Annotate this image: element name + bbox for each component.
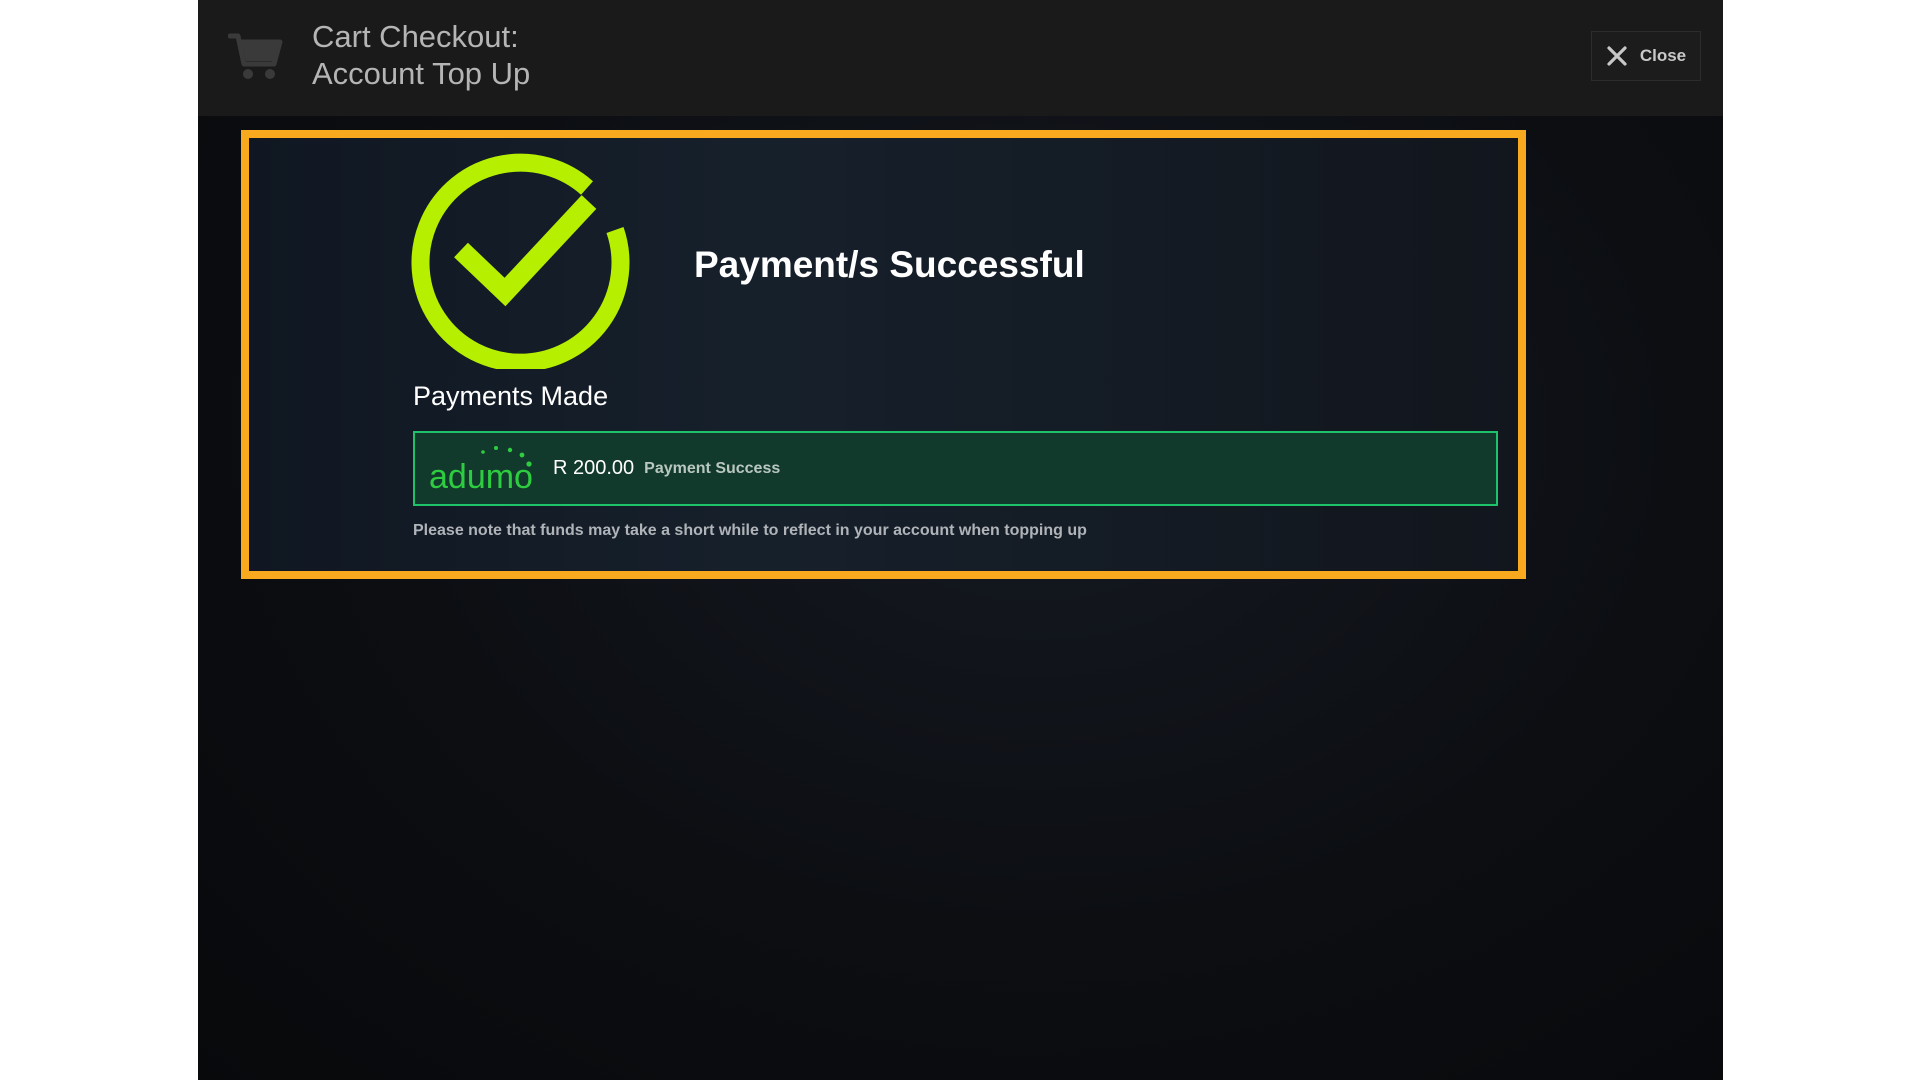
checkout-modal: Cart Checkout: Account Top Up Close Paym…	[198, 0, 1723, 1080]
close-button[interactable]: Close	[1591, 31, 1701, 81]
success-title: Payment/s Successful	[694, 244, 1085, 285]
payment-row: adumo R 200.00 Payment Success	[413, 431, 1498, 506]
close-icon	[1607, 46, 1627, 66]
close-button-label: Close	[1639, 46, 1687, 65]
modal-title-line1: Cart Checkout:	[312, 19, 519, 54]
payment-status: Payment Success	[644, 459, 781, 477]
modal-header: Cart Checkout: Account Top Up Close	[198, 0, 1723, 116]
adumo-logo-text: adumo	[429, 458, 533, 496]
modal-title: Cart Checkout: Account Top Up	[312, 18, 530, 92]
modal-title-line2: Account Top Up	[312, 56, 531, 91]
cart-icon	[228, 33, 283, 79]
adumo-logo: adumo	[429, 445, 533, 496]
payments-made-heading: Payments Made	[413, 381, 609, 411]
payment-result-panel: Payment/s Successful Payments Made adumo…	[241, 130, 1526, 579]
check-circle-icon	[411, 153, 630, 369]
payment-amount: R 200.00	[553, 457, 635, 479]
funds-note: Please note that funds may take a short …	[413, 522, 1087, 539]
